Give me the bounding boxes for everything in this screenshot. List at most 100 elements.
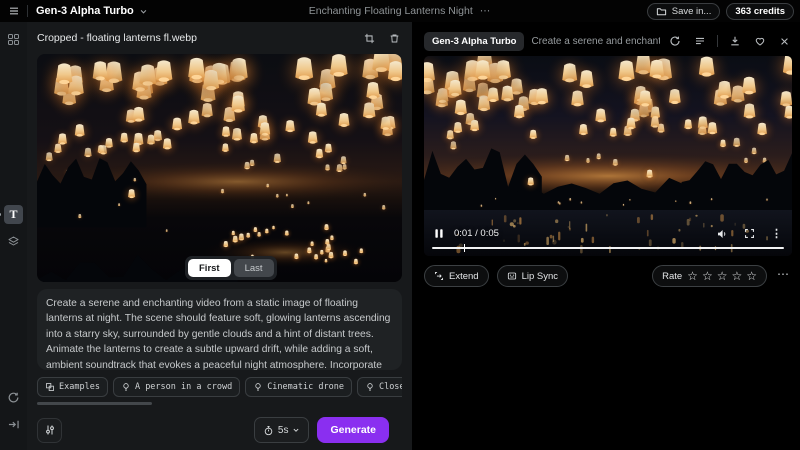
regenerate-button[interactable] (667, 33, 683, 49)
folder-icon (656, 6, 667, 17)
tool-sidebar: T (0, 22, 27, 450)
suggestion-chip-label: A person in a crowd (135, 382, 232, 392)
model-selector[interactable]: Gen-3 Alpha Turbo (36, 5, 148, 17)
star-icon[interactable]: ☆ (717, 270, 728, 282)
delete-button[interactable] (387, 31, 402, 46)
last-frame-button[interactable]: Last (234, 259, 274, 277)
generate-bar: 5s Generate (37, 417, 402, 443)
stopwatch-icon (263, 425, 274, 436)
show-prompt-button[interactable] (692, 33, 708, 49)
playhead[interactable] (464, 244, 466, 252)
menu-button[interactable] (6, 3, 22, 19)
star-icon[interactable]: ☆ (731, 270, 742, 282)
generation-actions (667, 33, 792, 49)
download-button[interactable] (727, 33, 743, 49)
top-bar: Gen-3 Alpha Turbo Enchanting Floating La… (0, 0, 800, 22)
session-title-group: Enchanting Floating Lanterns Night ⋯ (309, 5, 492, 17)
sidebar-item-text-tool[interactable]: T (4, 205, 23, 224)
output-panel: Gen-3 Alpha Turbo Create a serene and en… (412, 22, 800, 450)
hamburger-icon (8, 5, 20, 17)
actions-divider (717, 35, 718, 47)
examples-chip[interactable]: Examples (37, 377, 108, 397)
sidebar-item-history[interactable] (4, 388, 23, 407)
save-in-button[interactable]: Save in... (647, 3, 721, 20)
player-menu-button[interactable]: ⋮ (769, 225, 784, 242)
heart-icon (754, 35, 766, 47)
suggestion-chip-label: Cinematic drone (267, 382, 344, 392)
sidebar-bottom-group (4, 388, 23, 442)
first-frame-button[interactable]: First (188, 259, 231, 277)
volume-icon (716, 228, 728, 240)
chevron-down-icon (292, 426, 300, 434)
download-icon (729, 35, 741, 47)
suggestion-chip-person[interactable]: A person in a crowd (113, 377, 240, 397)
model-selector-label: Gen-3 Alpha Turbo (36, 5, 134, 17)
suggestion-chip-closeup[interactable]: Close up (357, 377, 402, 397)
generate-button[interactable]: Generate (317, 417, 389, 443)
trash-icon (389, 33, 400, 44)
generation-model-tag[interactable]: Gen-3 Alpha Turbo (424, 32, 524, 51)
credits-button[interactable]: 363 credits (726, 3, 794, 20)
pause-button[interactable] (432, 226, 446, 241)
star-icon[interactable]: ☆ (687, 270, 698, 282)
lip-sync-button[interactable]: Lip Sync (497, 265, 568, 287)
history-icon (7, 391, 20, 404)
close-icon (779, 36, 790, 47)
sidebar-item-collapse[interactable] (4, 415, 23, 434)
duration-selector[interactable]: 5s (254, 417, 310, 443)
assets-grid-icon (7, 33, 20, 46)
keyframe-toggle: First Last (185, 256, 277, 280)
refresh-icon (669, 35, 681, 47)
generation-header: Gen-3 Alpha Turbo Create a serene and en… (424, 26, 792, 56)
sliders-icon (44, 424, 56, 436)
extend-button[interactable]: Extend (424, 265, 489, 287)
topbar-divider (27, 5, 28, 17)
seek-bar[interactable] (432, 247, 784, 250)
sidebar-item-layers[interactable] (4, 232, 23, 251)
collapse-panel-icon (7, 418, 20, 431)
player-controls: 0:01 / 0:05 ⋮ (432, 225, 784, 242)
more-options-button[interactable]: ⋯ (775, 267, 792, 285)
lightbulb-icon (121, 382, 131, 392)
session-title-more-button[interactable]: ⋯ (480, 5, 492, 17)
pause-icon (434, 228, 444, 239)
fullscreen-button[interactable] (742, 226, 757, 241)
topbar-actions: Save in... 363 credits (647, 3, 794, 20)
close-button[interactable] (777, 34, 792, 49)
session-title: Enchanting Floating Lanterns Night (309, 5, 473, 17)
chips-scrollbar[interactable] (37, 402, 152, 405)
star-rating: ☆ ☆ ☆ ☆ ☆ (687, 270, 757, 282)
volume-button[interactable] (714, 226, 730, 242)
star-icon[interactable]: ☆ (702, 270, 713, 282)
prompt-input[interactable]: Create a serene and enchanting video fro… (37, 289, 402, 370)
asset-header: Cropped - floating lanterns fl.webp (37, 22, 402, 54)
generation-footer: Extend Lip Sync Rate ☆ ☆ ☆ ☆ ☆ ⋯ (424, 265, 792, 287)
favorite-button[interactable] (752, 33, 768, 49)
settings-button[interactable] (37, 418, 62, 443)
save-in-label: Save in... (672, 6, 712, 17)
generation-prompt-preview[interactable]: Create a serene and enchanting video fro… (531, 36, 660, 47)
suggestion-chip-label: Close up (379, 382, 402, 392)
keyframe-image[interactable]: First Last (37, 54, 402, 282)
sidebar-item-assets[interactable] (4, 30, 23, 49)
duration-label: 5s (278, 425, 289, 436)
text-lines-icon (694, 35, 706, 47)
suggestion-chip-cinematic[interactable]: Cinematic drone (245, 377, 352, 397)
layers-icon (7, 235, 20, 248)
fullscreen-icon (744, 228, 755, 239)
star-icon[interactable]: ☆ (746, 270, 757, 282)
lightbulb-icon (365, 382, 375, 392)
video-player[interactable]: 0:01 / 0:05 ⋮ (424, 56, 792, 256)
input-panel: Cropped - floating lanterns fl.webp Firs… (27, 22, 412, 450)
lip-sync-label: Lip Sync (522, 271, 558, 282)
examples-icon (45, 382, 55, 392)
extend-label: Extend (449, 271, 479, 282)
extend-icon (434, 271, 444, 281)
examples-chip-label: Examples (59, 382, 100, 392)
player-right-controls: ⋮ (714, 225, 784, 242)
asset-header-actions (362, 31, 402, 46)
rate-widget: Rate ☆ ☆ ☆ ☆ ☆ (652, 265, 767, 287)
prompt-suggestions: Examples A person in a crowd Cinematic d… (37, 377, 402, 397)
app-window: Gen-3 Alpha Turbo Enchanting Floating La… (0, 0, 800, 450)
crop-button[interactable] (362, 31, 377, 46)
